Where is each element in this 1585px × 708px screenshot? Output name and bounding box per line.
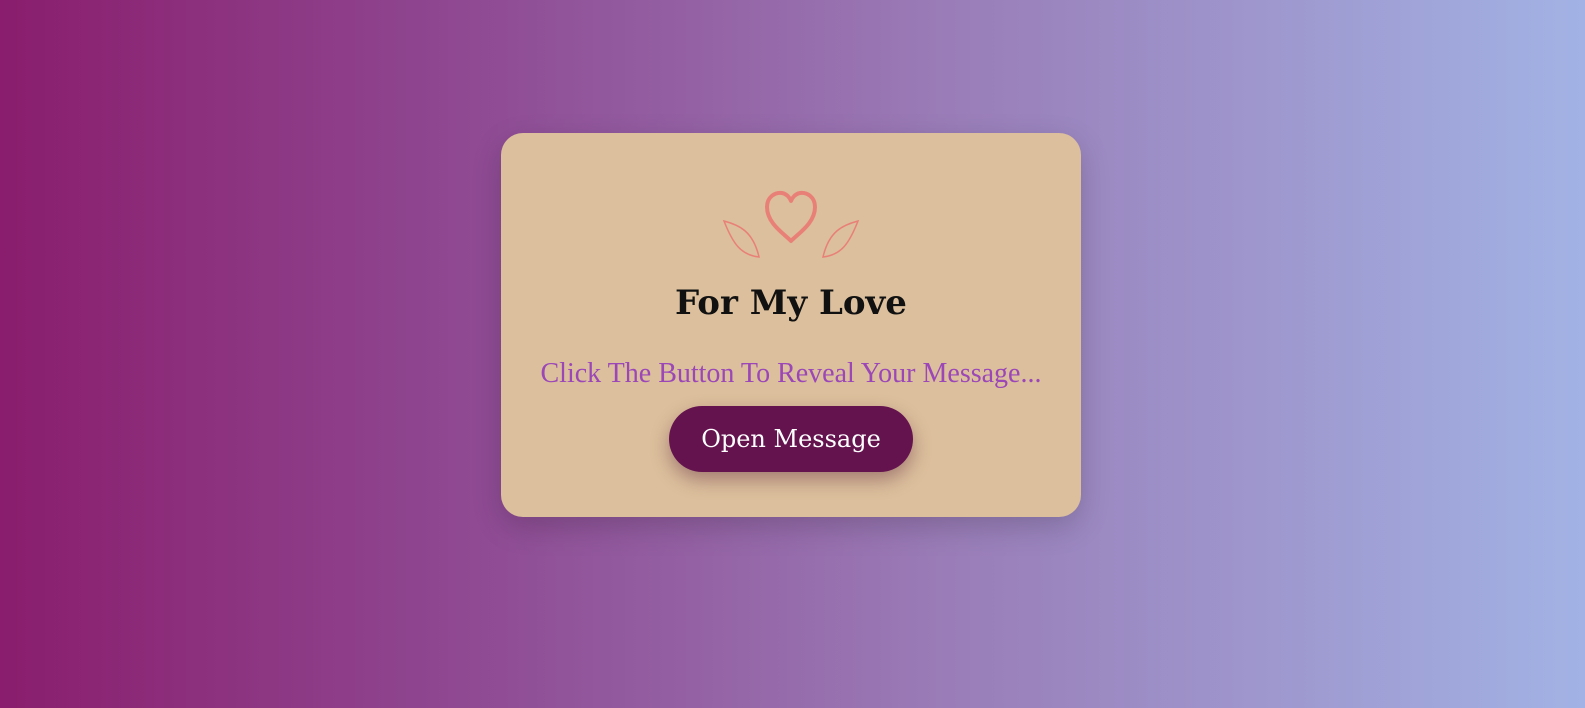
left-wing-icon [722, 219, 760, 258]
open-message-button[interactable]: Open Message [669, 406, 913, 472]
card-subtitle: Click The Button To Reveal Your Message.… [540, 358, 1042, 389]
card-title: For My Love [675, 283, 907, 323]
heart-icon [765, 190, 817, 243]
right-wing-icon [822, 219, 860, 258]
heart-wings-emblem [722, 190, 860, 258]
message-card: For My Love Click The Button To Reveal Y… [501, 133, 1081, 517]
